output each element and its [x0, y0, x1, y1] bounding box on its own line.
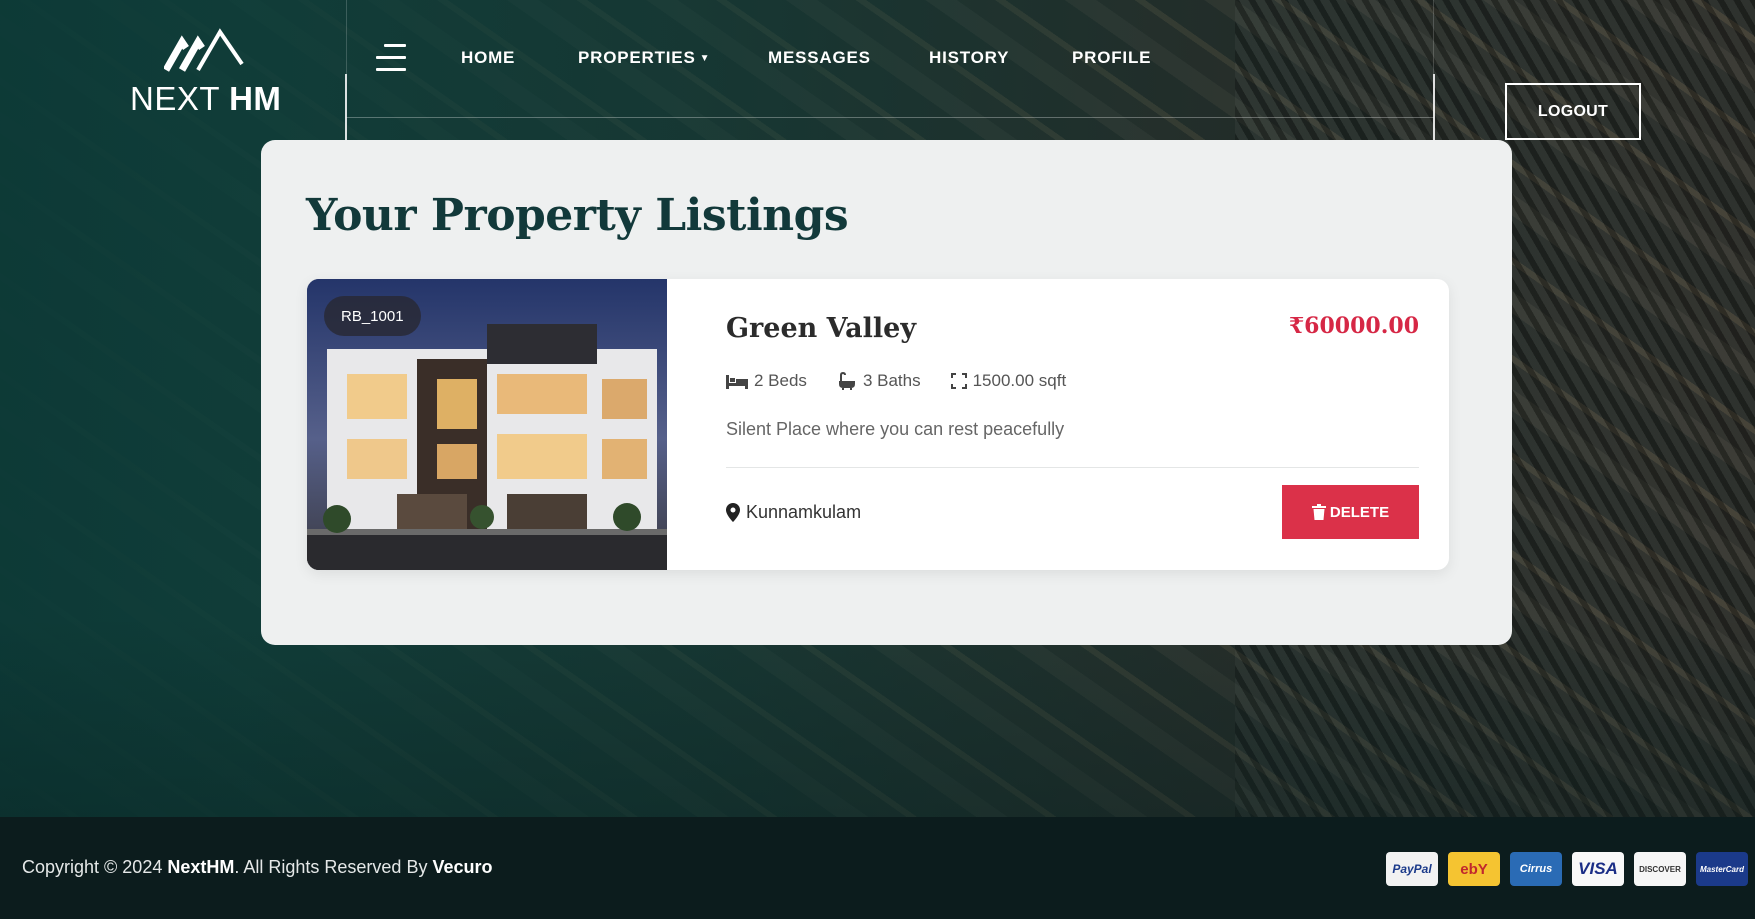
- nav-properties[interactable]: PROPERTIES ▼: [578, 48, 710, 68]
- ebay-icon: ebY: [1448, 852, 1500, 886]
- payment-methods: PayPal ebY Cirrus VISA DISCOVER MasterCa…: [1386, 852, 1748, 886]
- mastercard-icon: MasterCard: [1696, 852, 1748, 886]
- nav-profile[interactable]: PROFILE: [1072, 48, 1151, 68]
- card-divider: [726, 467, 1419, 468]
- nav-home[interactable]: HOME: [461, 48, 515, 68]
- baths-feature: 3 Baths: [837, 371, 921, 391]
- property-name[interactable]: Green Valley: [726, 313, 916, 344]
- company-link[interactable]: NextHM: [167, 857, 234, 877]
- property-location: Kunnamkulam: [726, 502, 861, 523]
- listings-panel: Your Property Listings RB_1001 Green Val…: [261, 140, 1512, 645]
- property-id-badge: RB_1001: [324, 296, 421, 336]
- area-feature: 1500.00 sqft: [950, 371, 1067, 391]
- paypal-icon: PayPal: [1386, 852, 1438, 886]
- delete-label: DELETE: [1329, 503, 1390, 521]
- roof-logo-icon: [164, 28, 244, 72]
- brand-name: NEXT HM: [130, 80, 282, 117]
- menu-icon[interactable]: [374, 44, 406, 72]
- property-image: RB_1001: [307, 279, 667, 570]
- nav-properties-label: PROPERTIES: [578, 48, 696, 67]
- chevron-down-icon: ▼: [699, 53, 711, 64]
- logout-button[interactable]: LOGOUT: [1505, 83, 1641, 140]
- frame-line-right-top: [1433, 0, 1434, 74]
- copyright-text: Copyright © 2024 NextHM. All Rights Rese…: [22, 857, 493, 877]
- baths-label: 3 Baths: [862, 371, 921, 390]
- nav-history[interactable]: HISTORY: [929, 48, 1009, 68]
- property-card: RB_1001 Green Valley ₹60000.00 2 Beds 3 …: [307, 279, 1449, 570]
- map-pin-icon: [726, 503, 740, 522]
- bath-icon: [838, 372, 855, 390]
- property-description: Silent Place where you can rest peaceful…: [726, 419, 1065, 439]
- brand-logo[interactable]: NEXT HM: [130, 28, 282, 118]
- delete-button[interactable]: DELETE: [1282, 485, 1419, 539]
- beds-label: 2 Beds: [754, 371, 807, 390]
- area-label: 1500.00 sqft: [972, 371, 1067, 390]
- author-link[interactable]: Vecuro: [432, 857, 492, 877]
- background-gradient: [0, 617, 1755, 817]
- location-label: Kunnamkulam: [746, 502, 862, 522]
- cirrus-icon: Cirrus: [1510, 852, 1562, 886]
- discover-icon: DISCOVER: [1634, 852, 1686, 886]
- nav-messages[interactable]: MESSAGES: [768, 48, 871, 68]
- frame-line-left-top: [346, 0, 347, 74]
- visa-icon: VISA: [1572, 852, 1624, 886]
- header-divider: [346, 117, 1434, 118]
- bed-icon: [726, 375, 748, 389]
- expand-icon: [950, 373, 967, 389]
- footer: Copyright © 2024 NextHM. All Rights Rese…: [0, 817, 1755, 919]
- property-features: 2 Beds 3 Baths 1500.00 sqft: [726, 371, 1066, 391]
- page-title: Your Property Listings: [306, 190, 849, 241]
- property-price: ₹60000.00: [1288, 313, 1419, 339]
- trash-icon: [1311, 504, 1326, 520]
- beds-feature: 2 Beds: [726, 371, 807, 391]
